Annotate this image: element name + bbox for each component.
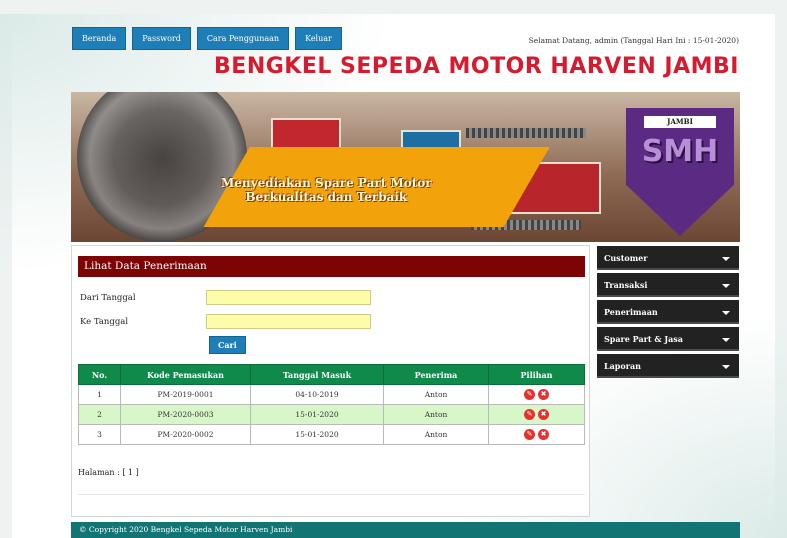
header-banner: Menyediakan Spare Part Motor Berkualitas… — [71, 92, 740, 242]
row-kode: PM-2019-0001 — [120, 384, 251, 405]
nav-cara-penggunaan-button[interactable]: Cara Penggunaan — [196, 27, 290, 50]
top-navigation: Beranda Password Cara Penggunaan Keluar — [72, 27, 342, 50]
trash-icon[interactable]: ✖ — [538, 389, 549, 400]
banner-tagline-line1: Menyediakan Spare Part Motor — [221, 176, 432, 190]
banner-tagline: Menyediakan Spare Part Motor Berkualitas… — [221, 176, 432, 204]
sidebar-item-label: Transaksi — [604, 280, 648, 290]
row-actions: ✎ ✖ — [488, 384, 585, 405]
column-header-tanggal: Tanggal Masuk — [250, 364, 384, 385]
main-content-panel: Lihat Data Penerimaan Dari Tanggal Ke Ta… — [71, 245, 590, 517]
welcome-text: Selamat Datang, admin (Tanggal Hari Ini … — [528, 36, 739, 45]
content-divider — [78, 494, 585, 495]
receipts-table: No. Kode Pemasukan Tanggal Masuk Penerim… — [78, 364, 585, 445]
sidebar-menu: Customer Transaksi Penerimaan Spare Part… — [597, 246, 739, 381]
table-row: 2 PM-2020-0003 15-01-2020 Anton ✎ ✖ — [78, 404, 585, 425]
banner-tagline-line2: Berkualitas dan Terbaik — [245, 190, 408, 204]
row-penerima: Anton — [383, 424, 489, 445]
trash-icon[interactable]: ✖ — [538, 429, 549, 440]
row-number: 3 — [78, 424, 121, 445]
row-number: 1 — [78, 384, 121, 405]
chevron-down-icon — [722, 311, 730, 315]
column-header-pilihan: Pilihan — [488, 364, 585, 385]
to-date-label: Ke Tanggal — [80, 317, 129, 327]
sidebar-item-label: Customer — [604, 253, 648, 263]
smh-logo-label: JAMBI — [644, 116, 716, 128]
pagination: Halaman : [ 1 ] — [78, 468, 139, 477]
row-actions: ✎ ✖ — [488, 404, 585, 425]
row-tanggal: 15-01-2020 — [250, 424, 384, 445]
sidebar-item-label: Spare Part & Jasa — [604, 334, 683, 344]
table-row: 3 PM-2020-0002 15-01-2020 Anton ✎ ✖ — [78, 424, 585, 445]
banner-shock-absorber — [466, 128, 586, 138]
from-date-label: Dari Tanggal — [80, 293, 136, 303]
row-number: 2 — [78, 404, 121, 425]
row-actions: ✎ ✖ — [488, 424, 585, 445]
table-header-row: No. Kode Pemasukan Tanggal Masuk Penerim… — [78, 364, 585, 385]
row-tanggal: 04-10-2019 — [250, 384, 384, 405]
pencil-icon[interactable]: ✎ — [524, 429, 535, 440]
smh-logo-text: SMH — [641, 134, 719, 169]
nav-keluar-button[interactable]: Keluar — [295, 27, 342, 50]
nav-beranda-button[interactable]: Beranda — [72, 27, 127, 50]
column-header-no: No. — [78, 364, 121, 385]
row-kode: PM-2020-0003 — [120, 404, 251, 425]
sidebar-item-penerimaan[interactable]: Penerimaan — [597, 300, 739, 324]
search-button[interactable]: Cari — [209, 336, 246, 354]
trash-icon[interactable]: ✖ — [538, 409, 549, 420]
table-row: 1 PM-2019-0001 04-10-2019 Anton ✎ ✖ — [78, 384, 585, 405]
row-kode: PM-2020-0002 — [120, 424, 251, 445]
pencil-icon[interactable]: ✎ — [524, 409, 535, 420]
nav-password-button[interactable]: Password — [132, 27, 191, 50]
to-date-input[interactable] — [206, 314, 371, 329]
pencil-icon[interactable]: ✎ — [524, 389, 535, 400]
page-title: Lihat Data Penerimaan — [78, 256, 585, 277]
sidebar-item-label: Penerimaan — [604, 307, 658, 317]
column-header-kode: Kode Pemasukan — [120, 364, 251, 385]
column-header-penerima: Penerima — [383, 364, 489, 385]
row-tanggal: 15-01-2020 — [250, 404, 384, 425]
site-brand-title: Bengkel Sepeda Motor Harven Jambi — [214, 54, 739, 79]
row-penerima: Anton — [383, 384, 489, 405]
chevron-down-icon — [722, 338, 730, 342]
chevron-down-icon — [722, 257, 730, 261]
from-date-input[interactable] — [206, 290, 371, 305]
sidebar-item-transaksi[interactable]: Transaksi — [597, 273, 739, 297]
sidebar-item-spare-part-jasa[interactable]: Spare Part & Jasa — [597, 327, 739, 351]
row-penerima: Anton — [383, 404, 489, 425]
footer: © Copyright 2020 Bengkel Sepeda Motor Ha… — [71, 522, 740, 538]
chevron-down-icon — [722, 284, 730, 288]
sidebar-item-laporan[interactable]: Laporan — [597, 354, 739, 378]
sidebar-item-customer[interactable]: Customer — [597, 246, 739, 270]
sidebar-item-label: Laporan — [604, 361, 641, 371]
chevron-down-icon — [722, 365, 730, 369]
